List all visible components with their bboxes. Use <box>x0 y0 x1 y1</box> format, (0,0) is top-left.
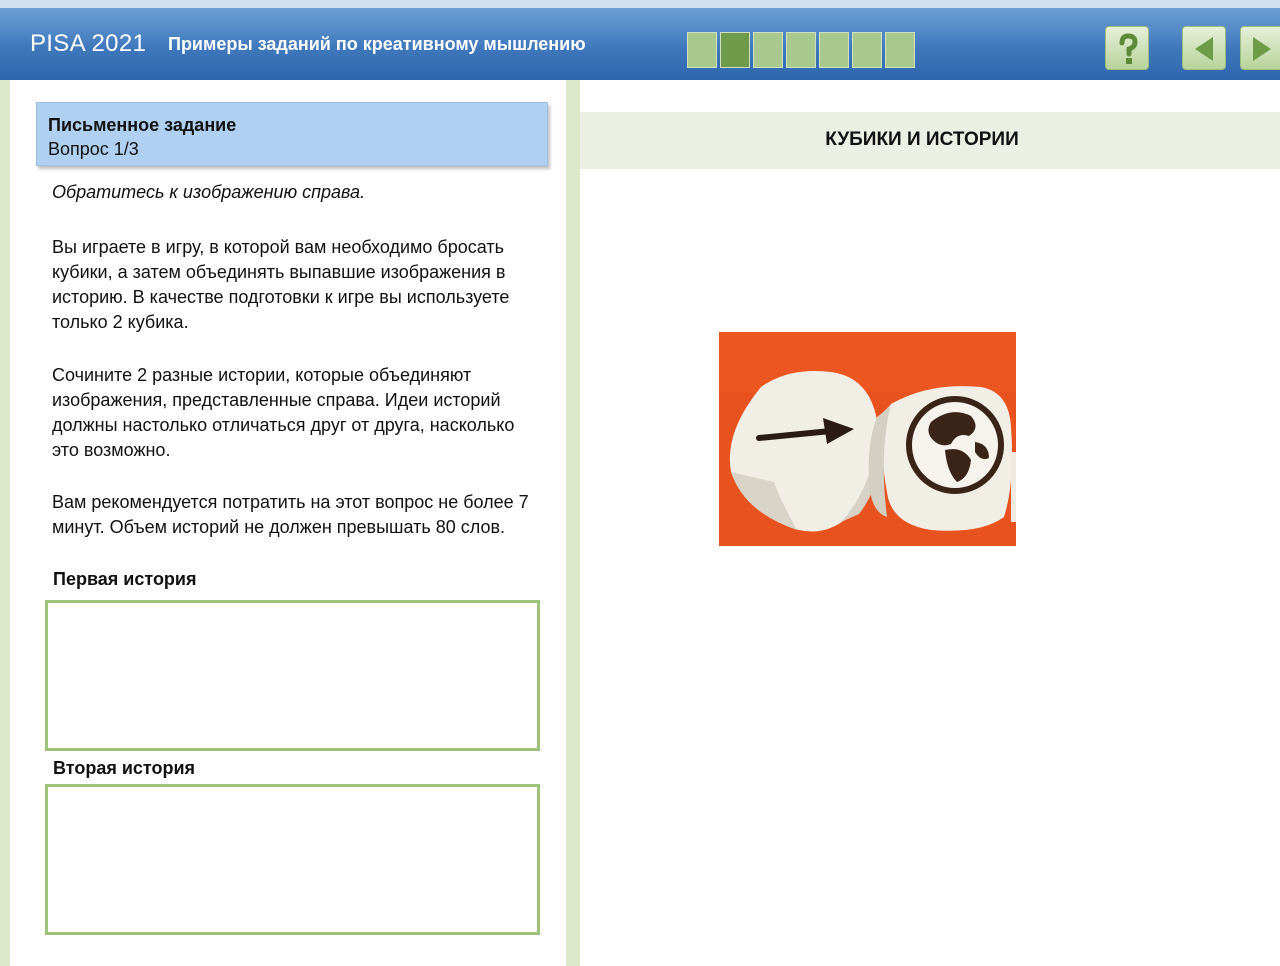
question-mark-icon <box>1119 33 1138 64</box>
progress-segment <box>786 32 816 68</box>
progress-segment <box>885 32 915 68</box>
back-button[interactable] <box>1182 26 1226 70</box>
progress-segment <box>852 32 882 68</box>
triangle-left-icon <box>1195 37 1213 61</box>
unit-title: Примеры заданий по креативному мышлению <box>168 34 586 54</box>
top-bar: PISA 2021 Примеры заданий по креативному… <box>0 0 1280 80</box>
stimulus-title: КУБИКИ И ИСТОРИИ <box>825 129 1019 150</box>
story2-label: Вторая история <box>53 758 196 778</box>
question-number: Вопрос 1/3 <box>48 139 139 159</box>
instruction-intro: Обратитесь к изображению справа. <box>52 182 366 202</box>
task-header: Письменное задание Вопрос 1/3 <box>36 102 548 166</box>
stimulus-title-bar: КУБИКИ И ИСТОРИИ <box>580 112 1280 169</box>
story1-label: Первая история <box>53 569 197 589</box>
story1-input[interactable] <box>45 600 540 751</box>
instruction-time: Вам рекомендуется потратить на этот вопр… <box>52 492 529 537</box>
triangle-right-icon <box>1253 37 1271 61</box>
task-title: Письменное задание <box>48 115 237 135</box>
progress-segment <box>687 32 717 68</box>
instruction-game: Вы играете в игру, в которой вам необход… <box>52 237 510 332</box>
next-button[interactable] <box>1240 26 1280 70</box>
progress-segment <box>819 32 849 68</box>
help-button[interactable] <box>1105 26 1149 70</box>
brand-label: PISA 2021 <box>30 30 147 57</box>
progress-bar <box>687 32 915 68</box>
globe-icon <box>906 396 1004 494</box>
story2-input[interactable] <box>45 784 540 935</box>
dice-image <box>719 332 1016 546</box>
progress-segment <box>720 32 750 68</box>
progress-segment <box>753 32 783 68</box>
instruction-compose: Сочините 2 разные истории, которые объед… <box>52 365 515 460</box>
